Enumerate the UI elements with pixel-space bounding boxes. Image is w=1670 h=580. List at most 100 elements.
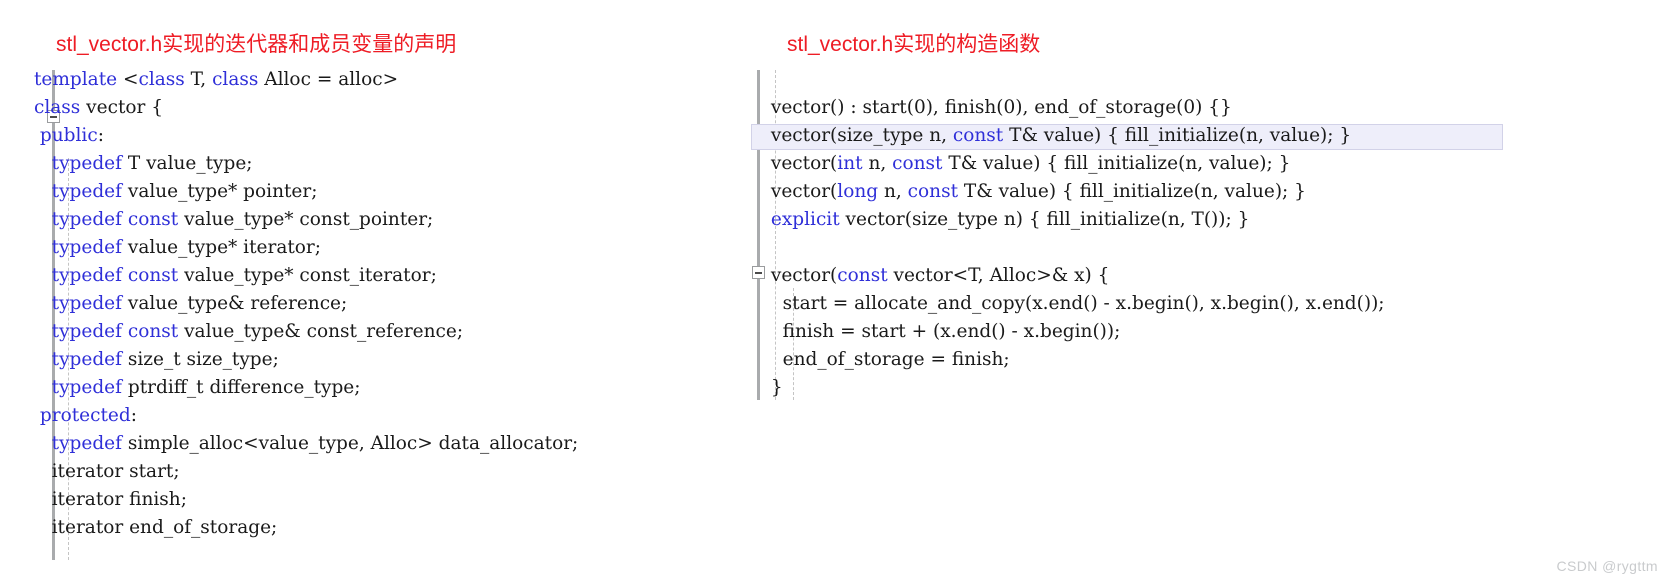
- code-keyword: const: [952, 125, 1004, 146]
- code-line[interactable]: iterator finish;: [34, 486, 754, 514]
- code-text: n,: [862, 153, 893, 174]
- code-line[interactable]: iterator end_of_storage;: [34, 514, 754, 542]
- code-keyword: const: [127, 265, 179, 286]
- code-text: finish = start + (x.end() - x.begin());: [765, 321, 1121, 342]
- code-keyword: typedef: [51, 209, 122, 230]
- code-text: iterator finish;: [34, 489, 187, 510]
- code-line[interactable]: iterator start;: [34, 458, 754, 486]
- code-keyword: typedef: [51, 433, 122, 454]
- code-text: T& value) { fill_initialize(n, value); }: [1003, 125, 1352, 146]
- code-fold-scope-bar-right: [757, 70, 760, 400]
- code-text: value_type& const_reference;: [178, 321, 464, 342]
- code-text: >: [382, 69, 399, 90]
- code-lines-left: template <class T, class Alloc = alloc> c…: [34, 66, 754, 542]
- code-text: simple_alloc<value_type, Alloc> data_all…: [121, 433, 579, 454]
- code-line[interactable]: typedef ptrdiff_t difference_type;: [34, 374, 754, 402]
- code-line[interactable]: typedef const value_type* const_pointer;: [34, 206, 754, 234]
- code-text: vector(: [765, 265, 838, 286]
- code-line[interactable]: vector(const vector<T, Alloc>& x) {: [765, 262, 1665, 290]
- code-line[interactable]: typedef T value_type;: [34, 150, 754, 178]
- code-keyword: const: [907, 181, 958, 202]
- code-text: vector(: [765, 181, 838, 202]
- code-keyword: class: [34, 97, 81, 118]
- code-line[interactable]: start = allocate_and_copy(x.end() - x.be…: [765, 290, 1665, 318]
- code-text: <: [122, 69, 139, 90]
- code-line[interactable]: vector(long n, const T& value) { fill_in…: [765, 178, 1665, 206]
- code-text: vector {: [80, 97, 164, 118]
- code-text: T& value) { fill_initialize(n, value); }: [942, 153, 1291, 174]
- code-text: vector() : start(0), finish(0), end_of_s…: [765, 97, 1232, 118]
- code-line[interactable]: typedef value_type& reference;: [34, 290, 754, 318]
- code-text: :: [97, 125, 104, 146]
- code-line[interactable]: typedef const value_type* const_iterator…: [34, 262, 754, 290]
- panel-title-left: stl_vector.h实现的迭代器和成员变量的声明: [56, 33, 457, 56]
- code-text: value_type* const_pointer;: [178, 209, 434, 230]
- code-keyword: const: [127, 321, 179, 342]
- code-line[interactable]: }: [765, 374, 1665, 402]
- code-line[interactable]: class vector {: [34, 94, 754, 122]
- code-text: iterator end_of_storage;: [34, 517, 278, 538]
- code-line[interactable]: vector() : start(0), finish(0), end_of_s…: [765, 94, 1665, 122]
- code-keyword: typedef: [51, 181, 122, 202]
- code-text: :: [130, 405, 137, 426]
- code-keyword: long: [837, 181, 879, 202]
- code-fold-toggle-right[interactable]: [752, 266, 765, 279]
- code-line[interactable]: vector(size_type n, const T& value) { fi…: [765, 122, 1665, 150]
- code-text: vector(size_type n) { fill_initialize(n,…: [839, 209, 1250, 230]
- code-text: }: [765, 377, 783, 398]
- code-text: vector(: [765, 153, 838, 174]
- code-keyword: public: [39, 125, 98, 146]
- code-line[interactable]: template <class T, class Alloc = alloc>: [34, 66, 754, 94]
- code-line[interactable]: typedef size_t size_type;: [34, 346, 754, 374]
- code-keyword: typedef: [51, 377, 122, 398]
- code-line[interactable]: [765, 234, 1665, 262]
- code-keyword: typedef: [51, 293, 122, 314]
- code-text: vector<T, Alloc>& x) {: [887, 265, 1110, 286]
- code-keyword: class: [212, 69, 259, 90]
- code-block-left[interactable]: template <class T, class Alloc = alloc> c…: [34, 66, 754, 560]
- code-line[interactable]: typedef value_type* iterator;: [34, 234, 754, 262]
- code-line[interactable]: public:: [34, 122, 754, 150]
- code-line[interactable]: typedef simple_alloc<value_type, Alloc> …: [34, 430, 754, 458]
- code-line[interactable]: end_of_storage = finish;: [765, 346, 1665, 374]
- code-text: alloc: [338, 69, 383, 90]
- code-text: T,: [184, 69, 213, 90]
- code-line[interactable]: vector(int n, const T& value) { fill_ini…: [765, 150, 1665, 178]
- code-keyword: typedef: [51, 265, 122, 286]
- code-keyword: explicit: [770, 209, 840, 230]
- code-text: start = allocate_and_copy(x.end() - x.be…: [765, 293, 1385, 314]
- code-keyword: typedef: [51, 349, 122, 370]
- code-text: Alloc =: [258, 69, 339, 90]
- code-line[interactable]: typedef const value_type& const_referenc…: [34, 318, 754, 346]
- code-text: ptrdiff_t difference_type;: [121, 377, 361, 398]
- code-text: value_type* const_iterator;: [178, 265, 437, 286]
- code-line[interactable]: explicit vector(size_type n) { fill_init…: [765, 206, 1665, 234]
- csdn-watermark: CSDN @rygttm: [1556, 558, 1658, 574]
- code-block-right[interactable]: vector() : start(0), finish(0), end_of_s…: [751, 66, 1665, 402]
- code-keyword: int: [837, 153, 863, 174]
- code-text: value_type* iterator;: [121, 237, 322, 258]
- code-text: end_of_storage = finish;: [765, 349, 1010, 370]
- code-line[interactable]: protected:: [34, 402, 754, 430]
- code-line[interactable]: finish = start + (x.end() - x.begin());: [765, 318, 1665, 346]
- code-text: size_t size_type;: [121, 349, 279, 370]
- code-line[interactable]: typedef value_type* pointer;: [34, 178, 754, 206]
- code-text: T& value) { fill_initialize(n, value); }: [958, 181, 1306, 202]
- code-text: value_type& reference;: [121, 293, 348, 314]
- code-line[interactable]: [765, 66, 1665, 94]
- panel-constructors: stl_vector.h实现的构造函数 vector() : start(0),…: [751, 0, 1665, 402]
- code-keyword: protected: [39, 405, 131, 426]
